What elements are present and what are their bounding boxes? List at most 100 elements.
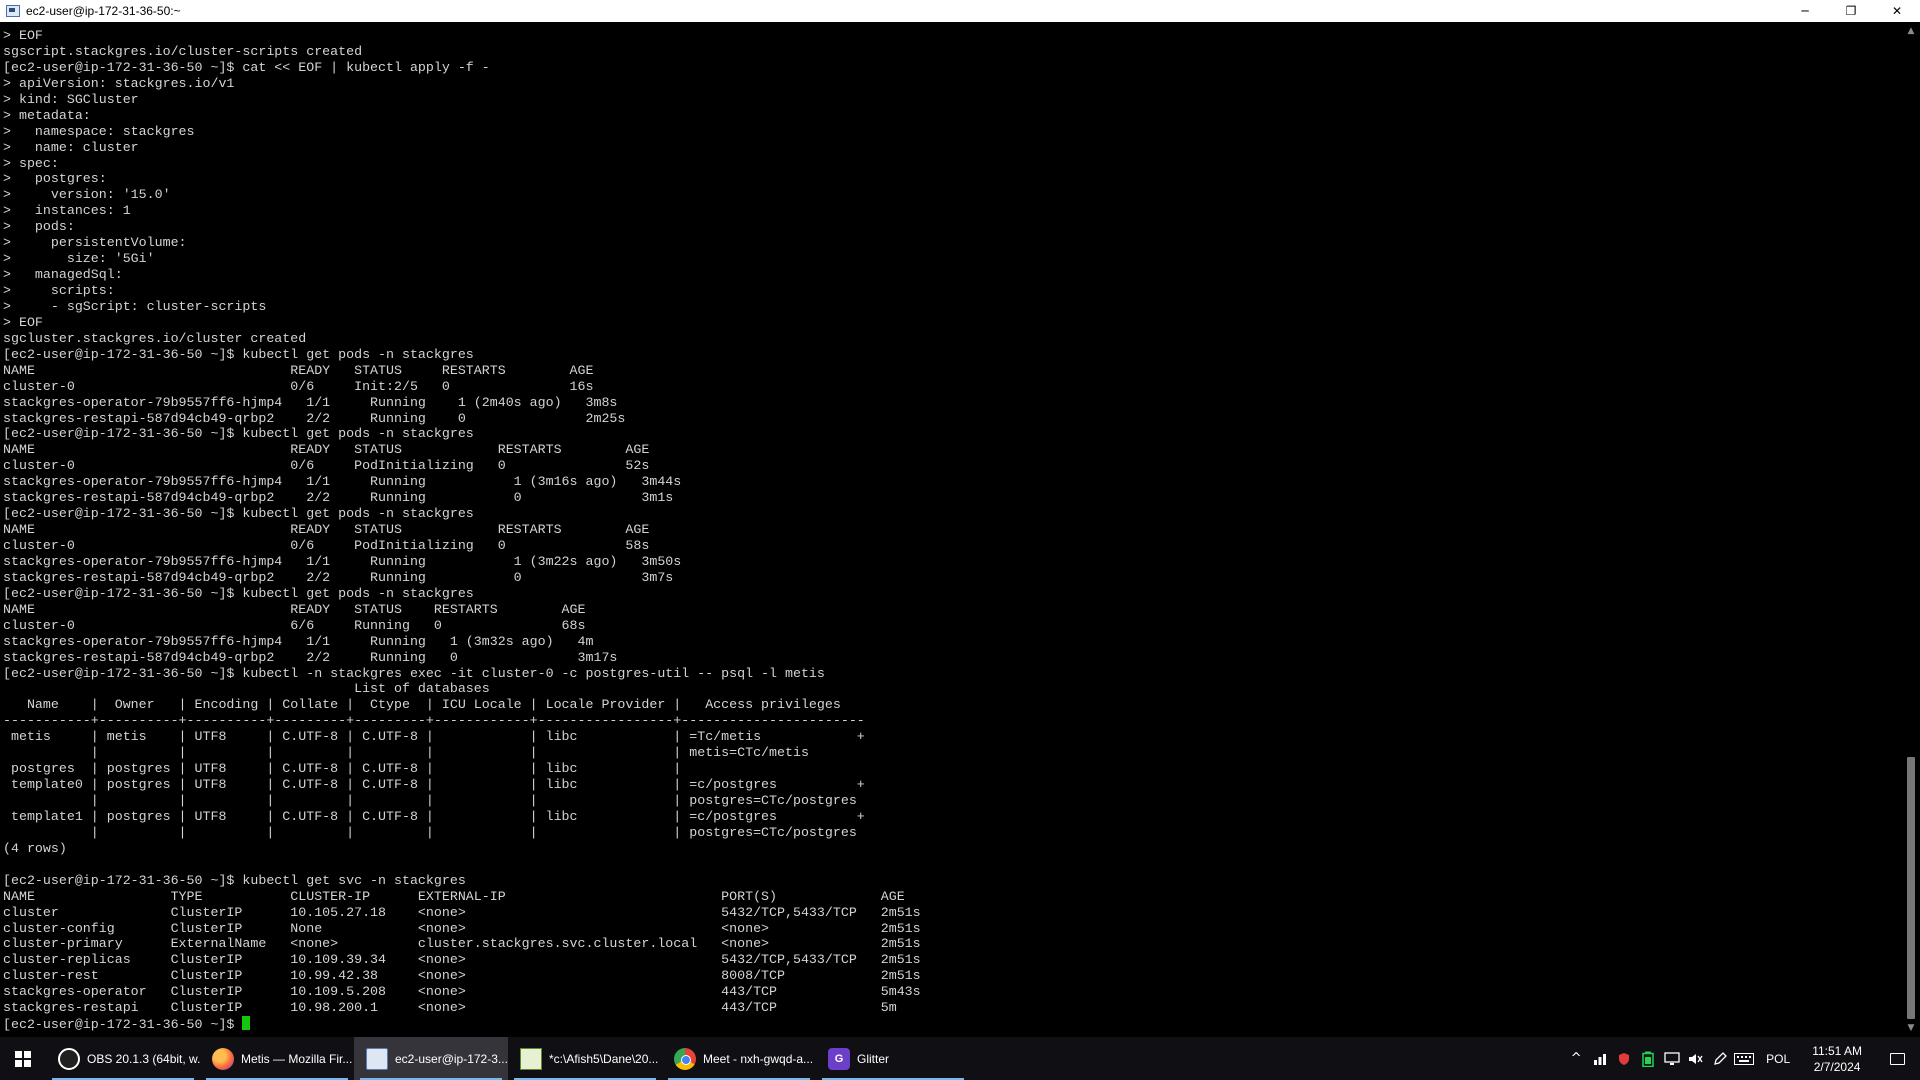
terminal-line: | | | | | | | metis=CTc/metis <box>3 745 809 761</box>
terminal-icon <box>366 1047 388 1070</box>
show-hidden-icons-chevron-icon[interactable]: ^ <box>1564 1037 1588 1080</box>
network-icon[interactable] <box>1588 1037 1612 1080</box>
terminal-line: metis | metis | UTF8 | C.UTF-8 | C.UTF-8… <box>3 729 865 745</box>
volume-icon[interactable] <box>1684 1037 1708 1080</box>
terminal-line: [ec2-user@ip-172-31-36-50 ~]$ kubectl ge… <box>3 506 474 522</box>
notification-icon <box>1889 1052 1905 1065</box>
terminal-line: NAME READY STATUS RESTARTS AGE <box>3 601 586 617</box>
terminal-line: [ec2-user@ip-172-31-36-50 ~]$ cat << EOF… <box>3 59 490 75</box>
window-controls: ─ ❐ ✕ <box>1782 0 1920 22</box>
keyboard-icon[interactable] <box>1732 1037 1756 1080</box>
shield-icon[interactable] <box>1612 1037 1636 1080</box>
terminal-line: > kind: SGCluster <box>3 91 139 107</box>
firefox-icon <box>212 1047 234 1070</box>
terminal-line: Name | Owner | Encoding | Collate | Ctyp… <box>3 697 841 713</box>
terminal-line: stackgres-operator-79b9557ff6-hjmp4 1/1 … <box>3 394 618 410</box>
terminal-line: [ec2-user@ip-172-31-36-50 ~]$ kubectl ge… <box>3 872 466 888</box>
terminal-line: sgcluster.stackgres.io/cluster created <box>3 330 307 346</box>
terminal-line: > instances: 1 <box>3 203 131 219</box>
terminal-line: > size: '5Gi' <box>3 251 155 267</box>
taskbar-item-firefox[interactable]: Metis — Mozilla Fir... <box>200 1037 354 1080</box>
display-icon[interactable] <box>1660 1037 1684 1080</box>
terminal-line: stackgres-restapi-587d94cb49-qrbp2 2/2 R… <box>3 649 618 665</box>
terminal-line: NAME READY STATUS RESTARTS AGE <box>3 522 650 538</box>
windows-logo-icon <box>15 1050 31 1067</box>
system-tray: ^ POL 11:51 AM 2/7/2024 <box>1564 1037 1920 1080</box>
terminal-line: [ec2-user@ip-172-31-36-50 ~]$ kubectl ge… <box>3 426 474 442</box>
terminal-line: stackgres-operator ClusterIP 10.109.5.20… <box>3 984 921 1000</box>
terminal-scrollbar[interactable]: ▲ ▼ <box>1902 22 1920 1037</box>
minimize-button[interactable]: ─ <box>1782 0 1828 22</box>
terminal-line: List of databases <box>3 681 490 697</box>
terminal-line: cluster-0 6/6 Running 0 68s <box>3 617 586 633</box>
window-title: ec2-user@ip-172-31-36-50:~ <box>26 4 181 18</box>
start-button[interactable] <box>0 1037 46 1080</box>
terminal-prompt-line[interactable]: [ec2-user@ip-172-31-36-50 ~]$ <box>3 1016 921 1032</box>
terminal-line: stackgres-restapi-587d94cb49-qrbp2 2/2 R… <box>3 569 674 585</box>
terminal-line: cluster-config ClusterIP None <none> <no… <box>3 920 921 936</box>
terminal-line: postgres | postgres | UTF8 | C.UTF-8 | C… <box>3 761 682 777</box>
terminal-line: stackgres-restapi-587d94cb49-qrbp2 2/2 R… <box>3 410 626 426</box>
terminal-line: template0 | postgres | UTF8 | C.UTF-8 | … <box>3 777 865 793</box>
scroll-down-arrow-icon[interactable]: ▼ <box>1902 1019 1920 1037</box>
terminal-line: cluster-0 0/6 Init:2/5 0 16s <box>3 378 594 394</box>
taskbar-item-glitter[interactable]: G Glitter <box>816 1037 970 1080</box>
taskbar-item-label: ec2-user@ip-172-3... <box>395 1051 508 1066</box>
terminal-line: sgscript.stackgres.io/cluster-scripts cr… <box>3 43 363 59</box>
terminal-line: -----------+----------+----------+------… <box>3 713 865 729</box>
terminal-line: > postgres: <box>3 171 107 187</box>
terminal-line: > EOF <box>3 28 43 43</box>
scroll-up-arrow-icon[interactable]: ▲ <box>1902 22 1920 40</box>
restore-button[interactable]: ❐ <box>1828 0 1874 22</box>
terminal-line: [ec2-user@ip-172-31-36-50 ~]$ kubectl -n… <box>3 665 825 681</box>
action-center-button[interactable] <box>1874 1037 1920 1080</box>
taskbar-item-chrome[interactable]: Meet - nxh-gwqd-a... <box>662 1037 816 1080</box>
taskbar-item-label: Meet - nxh-gwqd-a... <box>703 1051 814 1066</box>
terminal-line: NAME READY STATUS RESTARTS AGE <box>3 362 594 378</box>
taskbar-item-obs[interactable]: OBS 20.1.3 (64bit, w... <box>46 1037 200 1080</box>
taskbar-item-notepad[interactable]: *c:\Afish5\Dane\20... <box>508 1037 662 1080</box>
terminal-line: cluster ClusterIP 10.105.27.18 <none> 54… <box>3 904 921 920</box>
terminal-line: stackgres-operator-79b9557ff6-hjmp4 1/1 … <box>3 474 682 490</box>
terminal-line: template1 | postgres | UTF8 | C.UTF-8 | … <box>3 808 865 824</box>
taskbar-item-terminal[interactable]: ec2-user@ip-172-3... <box>354 1037 508 1080</box>
chrome-icon <box>674 1047 696 1070</box>
terminal-line: NAME TYPE CLUSTER-IP EXTERNAL-IP PORT(S)… <box>3 888 905 904</box>
terminal-line: stackgres-restapi-587d94cb49-qrbp2 2/2 R… <box>3 490 674 506</box>
terminal-line: [ec2-user@ip-172-31-36-50 ~]$ kubectl ge… <box>3 346 474 362</box>
terminal-app-icon <box>6 5 20 17</box>
terminal-lines: > EOF sgscript.stackgres.io/cluster-scrip… <box>3 28 921 1032</box>
terminal-line: > namespace: stackgres <box>3 123 195 139</box>
terminal-line: > apiVersion: stackgres.io/v1 <box>3 75 235 91</box>
clock[interactable]: 11:51 AM 2/7/2024 <box>1800 1043 1874 1075</box>
terminal-line: > metadata: <box>3 107 91 123</box>
terminal-output[interactable]: > EOF sgscript.stackgres.io/cluster-scrip… <box>0 22 1902 1037</box>
taskbar-item-label: Metis — Mozilla Fir... <box>241 1051 353 1066</box>
input-language[interactable]: POL <box>1756 1052 1800 1066</box>
terminal-line: stackgres-operator-79b9557ff6-hjmp4 1/1 … <box>3 553 682 569</box>
terminal-line: | | | | | | | postgres=CTc/postgres <box>3 824 857 840</box>
terminal-line: cluster-replicas ClusterIP 10.109.39.34 … <box>3 952 921 968</box>
battery-icon[interactable] <box>1636 1037 1660 1080</box>
obs-icon <box>58 1047 80 1070</box>
notepad-icon <box>520 1047 542 1070</box>
pen-icon[interactable] <box>1708 1037 1732 1080</box>
clock-date: 2/7/2024 <box>1813 1059 1861 1074</box>
scrollbar-thumb[interactable] <box>1907 757 1915 1019</box>
terminal-line: > EOF <box>3 314 43 330</box>
close-button[interactable]: ✕ <box>1874 0 1920 22</box>
glitter-icon: G <box>828 1047 850 1070</box>
terminal-line: cluster-rest ClusterIP 10.99.42.38 <none… <box>3 968 921 984</box>
terminal-line: > scripts: <box>3 283 115 298</box>
terminal-line: [ec2-user@ip-172-31-36-50 ~]$ kubectl ge… <box>3 585 474 601</box>
taskbar-item-label: *c:\Afish5\Dane\20... <box>549 1051 659 1066</box>
window-title-bar[interactable]: ec2-user@ip-172-31-36-50:~ ─ ❐ ✕ <box>0 0 1920 22</box>
terminal-line: > managedSql: <box>3 267 123 283</box>
terminal-line: cluster-0 0/6 PodInitializing 0 52s <box>3 458 650 474</box>
terminal-line: stackgres-operator-79b9557ff6-hjmp4 1/1 … <box>3 633 594 649</box>
terminal-line: cluster-0 0/6 PodInitializing 0 58s <box>3 538 650 553</box>
terminal-line: > spec: <box>3 155 59 171</box>
clock-time: 11:51 AM <box>1812 1043 1862 1058</box>
terminal-cursor <box>242 1016 251 1031</box>
